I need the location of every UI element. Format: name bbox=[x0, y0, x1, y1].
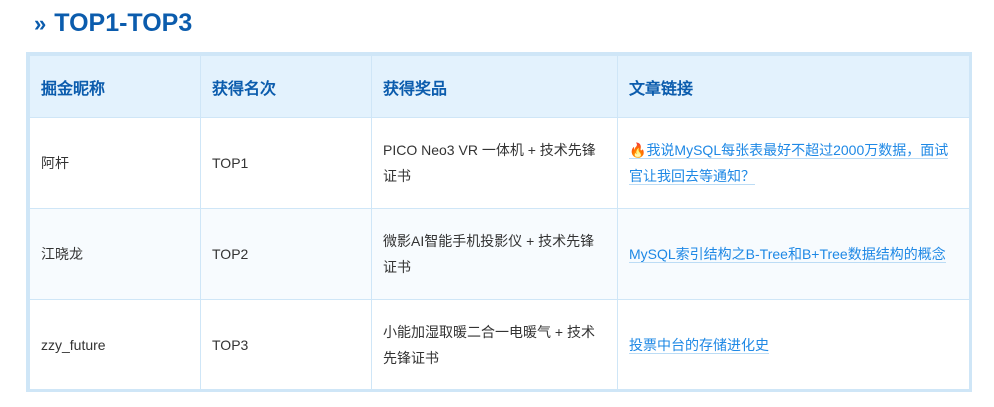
column-header-nickname: 掘金昵称 bbox=[29, 55, 201, 118]
table-row: 江晓龙 TOP2 微影AI智能手机投影仪 + 技术先锋证书 MySQL索引结构之… bbox=[29, 208, 970, 300]
column-header-article: 文章链接 bbox=[617, 55, 970, 118]
article-cell: MySQL索引结构之B-Tree和B+Tree数据结构的概念 bbox=[617, 208, 970, 300]
prize-cell: PICO Neo3 VR 一体机 + 技术先锋证书 bbox=[371, 117, 618, 209]
section-title: TOP1-TOP3 bbox=[54, 8, 193, 37]
rank-cell: TOP2 bbox=[200, 208, 372, 300]
column-header-prize: 获得奖品 bbox=[371, 55, 618, 118]
winners-table-container: 掘金昵称 获得名次 获得奖品 文章链接 阿杆 TOP1 PICO Neo3 VR… bbox=[26, 52, 972, 392]
section-heading: » TOP1-TOP3 bbox=[34, 6, 192, 40]
nickname-cell: 阿杆 bbox=[29, 117, 201, 209]
prize-cell: 微影AI智能手机投影仪 + 技术先锋证书 bbox=[371, 208, 618, 300]
table-header-row: 掘金昵称 获得名次 获得奖品 文章链接 bbox=[29, 55, 970, 118]
article-link-text: 我说MySQL每张表最好不超过2000万数据，面试官让我回去等通知？ bbox=[629, 142, 949, 184]
nickname-cell: zzy_future bbox=[29, 299, 201, 391]
rank-cell: TOP3 bbox=[200, 299, 372, 391]
table-row: zzy_future TOP3 小能加湿取暖二合一电暖气 + 技术先锋证书 投票… bbox=[29, 299, 970, 391]
article-cell: 投票中台的存储进化史 bbox=[617, 299, 970, 391]
article-link[interactable]: 投票中台的存储进化史 bbox=[629, 337, 769, 354]
double-chevron-icon: » bbox=[34, 11, 47, 36]
table-row: 阿杆 TOP1 PICO Neo3 VR 一体机 + 技术先锋证书 🔥我说MyS… bbox=[29, 117, 970, 209]
prize-cell: 小能加湿取暖二合一电暖气 + 技术先锋证书 bbox=[371, 299, 618, 391]
rank-cell: TOP1 bbox=[200, 117, 372, 209]
column-header-rank: 获得名次 bbox=[200, 55, 372, 118]
nickname-cell: 江晓龙 bbox=[29, 208, 201, 300]
article-cell: 🔥我说MySQL每张表最好不超过2000万数据，面试官让我回去等通知？ bbox=[617, 117, 970, 209]
article-link[interactable]: 🔥我说MySQL每张表最好不超过2000万数据，面试官让我回去等通知？ bbox=[629, 142, 949, 185]
fire-icon: 🔥 bbox=[629, 142, 647, 158]
winners-table: 掘金昵称 获得名次 获得奖品 文章链接 阿杆 TOP1 PICO Neo3 VR… bbox=[29, 55, 970, 391]
article-link[interactable]: MySQL索引结构之B-Tree和B+Tree数据结构的概念 bbox=[629, 246, 946, 263]
